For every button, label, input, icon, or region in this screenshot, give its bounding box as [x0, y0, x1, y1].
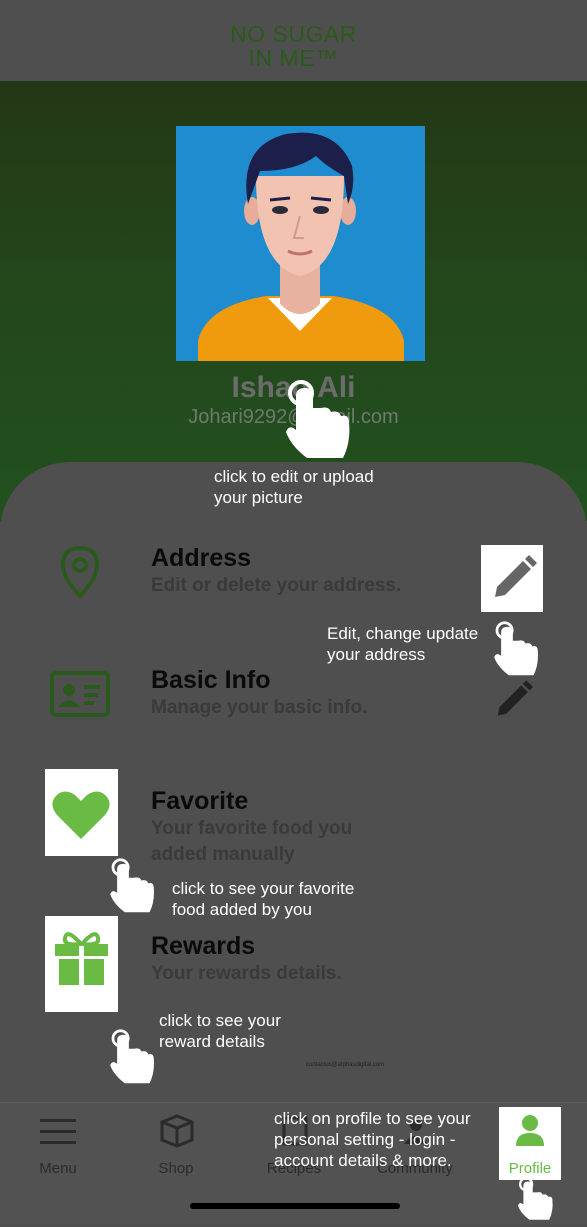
- basic-info-subtitle: Manage your basic info.: [151, 697, 368, 718]
- shop-icon: [160, 1114, 194, 1148]
- favorite-tooltip-line-1: click to see your favorite: [172, 879, 355, 898]
- profile-tooltip-line-2: personal setting - login -: [274, 1130, 456, 1149]
- hand-pointer-icon: [283, 378, 355, 467]
- favorite-title: Favorite: [151, 787, 249, 815]
- favorite-tooltip: click to see your favorite food added by…: [172, 878, 354, 920]
- nav-item-menu[interactable]: Menu: [20, 1112, 96, 1177]
- location-pin-icon: [60, 545, 100, 603]
- rewards-button[interactable]: [45, 916, 118, 1012]
- profile-picture[interactable]: [176, 126, 425, 361]
- address-tooltip: Edit, change update your address: [327, 623, 478, 665]
- basic-info-title: Basic Info: [151, 666, 271, 694]
- address-item[interactable]: Address Edit or delete your address.: [151, 544, 401, 599]
- nav-label-shop: Shop: [158, 1160, 194, 1177]
- address-tooltip-line-1: Edit, change update: [327, 624, 479, 643]
- id-card-icon: [49, 670, 111, 723]
- basic-info-edit-button[interactable]: [484, 672, 540, 733]
- nav-item-profile[interactable]: Profile: [499, 1107, 561, 1180]
- address-subtitle: Edit or delete your address.: [151, 575, 402, 596]
- nav-label-profile: Profile: [508, 1160, 552, 1177]
- rewards-title: Rewards: [151, 932, 256, 960]
- rewards-item[interactable]: Rewards Your rewards details.: [151, 932, 342, 987]
- favorite-subtitle-line-1: Your favorite food you: [151, 818, 353, 839]
- favorite-item[interactable]: Favorite Your favorite food you added ma…: [151, 787, 352, 868]
- address-tooltip-line-2: your address: [327, 645, 426, 664]
- hand-pointer-icon: [108, 857, 158, 920]
- home-indicator[interactable]: [190, 1203, 400, 1209]
- nav-label-menu: Menu: [39, 1160, 77, 1177]
- pencil-icon: [497, 680, 533, 716]
- rewards-subtitle: Your rewards details.: [151, 963, 342, 984]
- profile-tooltip-line-3: account details & more.: [274, 1151, 452, 1170]
- address-title: Address: [151, 544, 252, 572]
- heart-icon: [52, 791, 110, 839]
- rewards-tooltip: click to see your reward details: [159, 1010, 281, 1052]
- favorite-tooltip-line-2: food added by you: [172, 900, 312, 919]
- address-edit-button[interactable]: [481, 545, 543, 612]
- rewards-tooltip-line-2: reward details: [159, 1032, 265, 1051]
- profile-tooltip-line-1: click on profile to see your: [274, 1109, 471, 1128]
- app-logo: NO SUGAR IN ME™: [0, 22, 587, 70]
- menu-icon: [40, 1119, 76, 1144]
- nav-item-shop[interactable]: Shop: [138, 1112, 214, 1177]
- picture-tooltip-line-1: click to edit or upload: [214, 467, 374, 486]
- pencil-icon: [495, 555, 537, 597]
- profile-tooltip: click on profile to see your personal se…: [274, 1108, 471, 1171]
- favorite-subtitle-line-2: added manually: [151, 844, 295, 865]
- contact-email: contactus@alphasdigital.com: [306, 1062, 385, 1068]
- profile-icon: [516, 1115, 544, 1146]
- picture-tooltip: click to edit or upload your picture: [214, 466, 374, 508]
- logo-line-2: IN ME™: [248, 45, 339, 71]
- basic-info-item[interactable]: Basic Info Manage your basic info.: [151, 666, 367, 721]
- logo-line-1: NO SUGAR: [230, 21, 357, 47]
- favorite-button[interactable]: [45, 769, 118, 856]
- hand-pointer-icon: [516, 1176, 556, 1227]
- rewards-tooltip-line-1: click to see your: [159, 1011, 281, 1030]
- picture-tooltip-line-2: your picture: [214, 488, 303, 507]
- hand-pointer-icon: [108, 1028, 158, 1091]
- gift-icon: [55, 932, 108, 985]
- avatar-illustration: [176, 126, 425, 361]
